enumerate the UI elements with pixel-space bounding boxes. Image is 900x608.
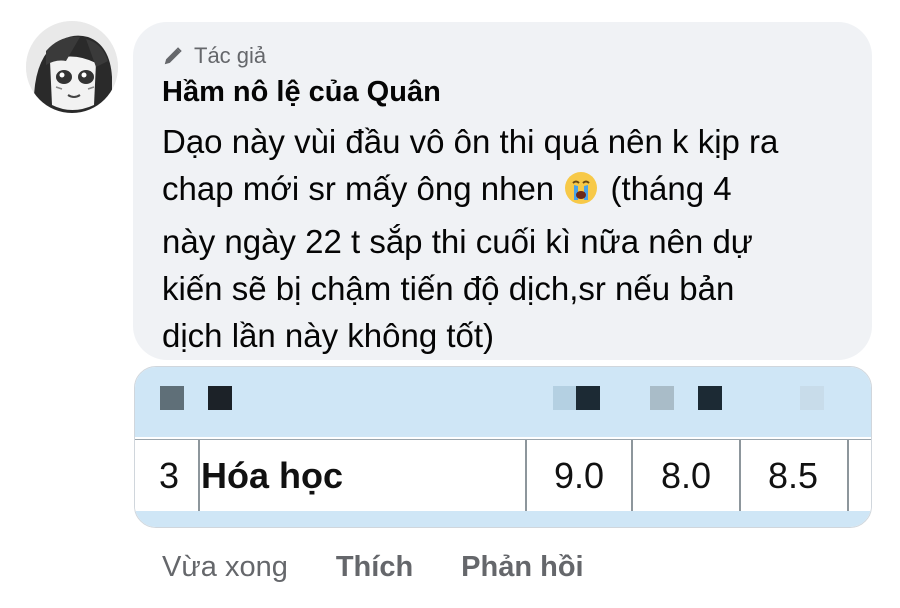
author-name[interactable]: Hầm nô lệ của Quân (162, 76, 441, 109)
comment-actions: Vừa xong Thích Phản hồi (162, 546, 584, 588)
blurred-square (698, 386, 722, 410)
blurred-square (576, 386, 600, 410)
blurred-square (208, 386, 232, 410)
pencil-icon (164, 47, 182, 65)
comment-line: dịch lần này không tốt) (162, 317, 495, 354)
timestamp[interactable]: Vừa xong (162, 551, 288, 584)
grid-line (198, 440, 200, 512)
comment-text: Dạo này vùi đầu vô ôn thi quá nên k kịp … (162, 118, 852, 359)
comment-line-text: chap mới sr mấy ông nhen (162, 170, 555, 207)
avatar[interactable] (26, 21, 118, 113)
score-cell: 8.5 (767, 455, 819, 496)
blurred-square (160, 386, 184, 410)
row-index: 3 (158, 455, 180, 496)
grid-line (847, 440, 849, 512)
crying-face-icon (563, 170, 599, 218)
attached-image[interactable]: 3 Hóa học 9.0 8.0 8.5 (134, 366, 872, 528)
score-cell: 8.0 (660, 455, 712, 496)
blurred-square (800, 386, 824, 410)
badge-label: Tác giả (194, 43, 267, 68)
comment-line: này ngày 22 t sắp thi cuối kì nữa nên dự (162, 223, 753, 260)
comment-line: Dạo này vùi đầu vô ôn thi quá nên k kịp … (162, 123, 779, 160)
like-button[interactable]: Thích (336, 551, 413, 584)
subject-cell: Hóa học (201, 455, 344, 496)
blurred-square (650, 386, 674, 410)
table-row: 3 Hóa học 9.0 8.0 8.5 (135, 439, 871, 512)
comment-line-2: chap mới sr mấy ông nhen (tháng 4 (162, 165, 852, 218)
avatar-image (26, 21, 118, 113)
comment-line-text: (tháng 4 (610, 170, 732, 207)
score-cell: 9.0 (553, 455, 605, 496)
reply-button[interactable]: Phản hồi (461, 551, 583, 584)
comment-line: kiến sẽ bị chậm tiến độ dịch,sr nếu bản (162, 270, 735, 307)
author-badge: Tác giả (162, 42, 266, 70)
table-footer (135, 511, 871, 527)
blurred-square (553, 386, 577, 410)
table-header (135, 367, 871, 437)
